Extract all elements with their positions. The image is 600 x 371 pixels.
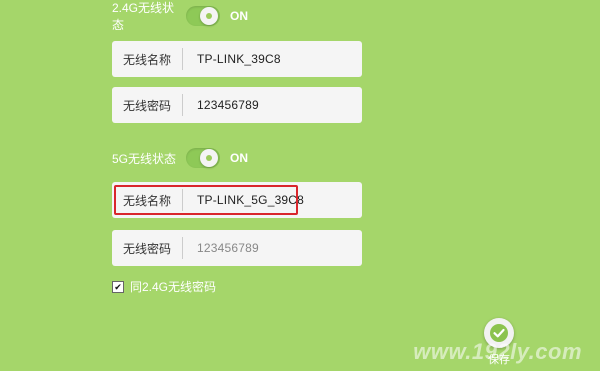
wifi-5g-toggle[interactable] — [186, 148, 220, 168]
wifi-24g-toggle-state: ON — [230, 9, 248, 23]
wifi-24g-password-label: 无线密码 — [122, 98, 171, 113]
wifi-24g-password-input[interactable]: 123456789 — [183, 98, 259, 112]
wifi-24g-status-row: 2.4G无线状态 ON — [112, 1, 248, 32]
wifi-5g-toggle-state: ON — [230, 151, 248, 165]
wifi-24g-name-label: 无线名称 — [122, 52, 171, 67]
wifi-24g-name-field[interactable]: 无线名称 TP-LINK_39C8 — [112, 41, 362, 77]
wifi-24g-password-field[interactable]: 无线密码 123456789 — [112, 87, 362, 123]
wifi-24g-status-label: 2.4G无线状态 — [112, 1, 175, 32]
toggle-knob — [200, 149, 218, 167]
watermark: www.192ly.com — [413, 339, 582, 364]
wifi-5g-password-field[interactable]: 无线密码 123456789 — [112, 230, 362, 266]
same-password-label: 同2.4G无线密码 — [130, 280, 217, 294]
wifi-24g-name-input[interactable]: TP-LINK_39C8 — [183, 52, 281, 66]
wifi-24g-toggle[interactable] — [186, 6, 220, 26]
highlight-box — [114, 185, 298, 215]
wifi-5g-password-label: 无线密码 — [122, 241, 171, 256]
wifi-5g-status-row: 5G无线状态 ON — [112, 147, 248, 169]
wifi-5g-status-label: 5G无线状态 — [112, 151, 177, 166]
wifi-5g-password-input[interactable]: 123456789 — [183, 241, 259, 255]
same-password-checkbox[interactable]: ✔ — [112, 280, 124, 293]
toggle-knob — [200, 7, 218, 25]
same-password-option[interactable]: ✔ 同2.4G无线密码 — [112, 278, 216, 295]
